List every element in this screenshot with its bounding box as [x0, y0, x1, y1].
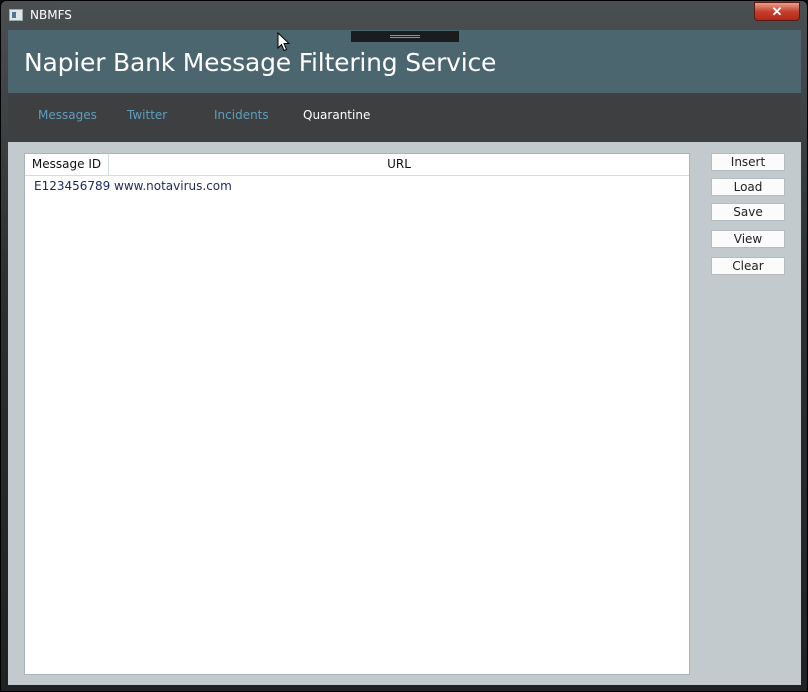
client-area: Napier Bank Message Filtering Service Me… [8, 30, 801, 685]
cell-message-id: E123456789 [34, 179, 111, 193]
view-button[interactable]: View [711, 230, 785, 248]
nav-bar: Messages Twitter Incidents Quarantine [8, 93, 801, 142]
title-bar[interactable]: NBMFS ✕ [1, 1, 807, 29]
mouse-cursor-icon [277, 32, 291, 52]
insert-button[interactable]: Insert [711, 153, 785, 171]
tab-quarantine[interactable]: Quarantine [303, 108, 370, 122]
app-window-icon [9, 9, 23, 21]
quarantine-grid[interactable]: Message ID URL E123456789 www.notavirus.… [24, 153, 690, 675]
cell-url: www.notavirus.com [114, 179, 232, 193]
close-icon: ✕ [771, 4, 783, 19]
column-header-url[interactable]: URL [109, 154, 689, 175]
save-button[interactable]: Save [711, 203, 785, 221]
window-title: NBMFS [30, 8, 72, 22]
grid-header: Message ID URL [25, 154, 689, 176]
tab-messages[interactable]: Messages [38, 108, 97, 122]
app-window: NBMFS ✕ Napier Bank Message Filtering Se… [0, 0, 808, 692]
table-row[interactable]: E123456789 www.notavirus.com [25, 176, 689, 196]
load-button[interactable]: Load [711, 178, 785, 196]
tab-incidents[interactable]: Incidents [214, 108, 269, 122]
drag-handle[interactable] [351, 31, 459, 42]
close-button[interactable]: ✕ [754, 2, 800, 21]
page-title: Napier Bank Message Filtering Service [24, 48, 497, 77]
column-header-message-id[interactable]: Message ID [25, 154, 109, 175]
clear-button[interactable]: Clear [711, 257, 785, 275]
tab-twitter[interactable]: Twitter [127, 108, 167, 122]
